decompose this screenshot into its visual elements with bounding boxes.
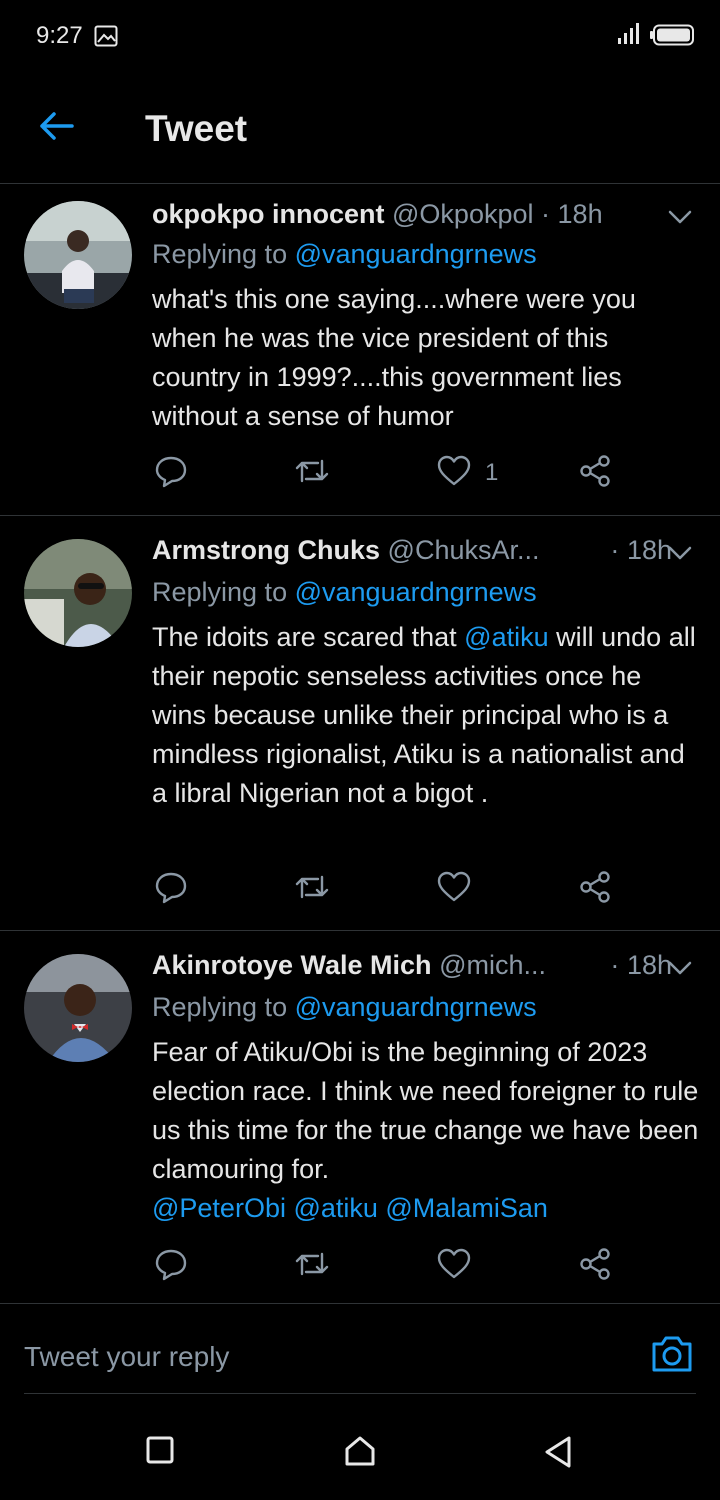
battery-icon bbox=[650, 24, 696, 51]
replying-to: Replying to @vanguardngrnews bbox=[152, 577, 537, 608]
author-handle[interactable]: @mich... bbox=[439, 950, 546, 980]
reply-composer bbox=[24, 1322, 696, 1394]
status-bar: 9:27 bbox=[0, 0, 720, 72]
like-count: 1 bbox=[485, 459, 499, 486]
reply-icon bbox=[154, 454, 188, 493]
like-button[interactable] bbox=[437, 869, 485, 909]
reply-button[interactable] bbox=[154, 1246, 188, 1286]
app-header: Tweet bbox=[0, 72, 720, 184]
replying-label: Replying to bbox=[152, 239, 288, 269]
chevron-down-icon[interactable] bbox=[666, 203, 694, 231]
system-nav-bar bbox=[0, 1410, 720, 1500]
replying-mention[interactable]: @vanguardngrnews bbox=[295, 992, 537, 1022]
tweet-actions bbox=[152, 869, 622, 909]
author-handle[interactable]: @ChuksAr... bbox=[388, 535, 540, 565]
tweet-header: Armstrong Chuks @ChuksAr... · 18h bbox=[152, 535, 672, 566]
reply-icon bbox=[154, 1247, 188, 1286]
retweet-button[interactable] bbox=[294, 869, 330, 909]
share-icon bbox=[578, 454, 612, 493]
tweet-time-wrap: · 18h bbox=[604, 535, 672, 566]
like-button[interactable]: 1 bbox=[437, 453, 498, 493]
heart-icon bbox=[437, 1248, 471, 1285]
triangle-back-icon bbox=[544, 1436, 572, 1472]
back-button[interactable] bbox=[28, 104, 84, 152]
home-button[interactable] bbox=[344, 1436, 376, 1471]
share-button[interactable] bbox=[578, 1246, 612, 1286]
replying-to: Replying to @vanguardngrnews bbox=[152, 239, 537, 270]
tweet-time: 18h bbox=[557, 199, 603, 229]
image-notification-icon bbox=[94, 25, 118, 52]
heart-icon bbox=[437, 455, 471, 492]
tweet-header: okpokpo innocent @Okpokpol · 18h bbox=[152, 199, 672, 230]
separator: · bbox=[610, 535, 620, 565]
share-icon bbox=[578, 870, 612, 909]
chevron-down-icon[interactable] bbox=[666, 954, 694, 982]
share-button[interactable] bbox=[578, 453, 612, 493]
camera-icon bbox=[650, 1336, 694, 1378]
tweet-actions: 1 bbox=[152, 453, 622, 493]
tweet-text: Fear of Atiku/Obi is the beginning of 20… bbox=[152, 1033, 702, 1228]
separator: · bbox=[610, 950, 620, 980]
recent-apps-button[interactable] bbox=[146, 1436, 174, 1469]
tweet-mentions[interactable]: @PeterObi @atiku @MalamiSan bbox=[152, 1193, 548, 1223]
replying-mention[interactable]: @vanguardngrnews bbox=[295, 577, 537, 607]
replying-label: Replying to bbox=[152, 577, 288, 607]
reply-button[interactable] bbox=[154, 453, 188, 493]
retweet-icon bbox=[294, 455, 330, 492]
retweet-button[interactable] bbox=[294, 1246, 330, 1286]
retweet-icon bbox=[294, 1248, 330, 1285]
tweet-time-wrap: · 18h bbox=[604, 950, 672, 981]
retweet-icon bbox=[294, 871, 330, 908]
reply-icon bbox=[154, 870, 188, 909]
author-handle[interactable]: @Okpokpol bbox=[392, 199, 533, 229]
tweet-actions bbox=[152, 1246, 622, 1286]
reply-button[interactable] bbox=[154, 869, 188, 909]
arrow-left-icon bbox=[38, 111, 74, 146]
square-icon bbox=[146, 1436, 174, 1468]
avatar[interactable] bbox=[24, 201, 132, 309]
author-name[interactable]: okpokpo innocent bbox=[152, 199, 385, 229]
status-time: 9:27 bbox=[36, 22, 83, 49]
home-icon bbox=[344, 1436, 376, 1470]
tweet-header: Akinrotoye Wale Mich @mich... · 18h bbox=[152, 950, 672, 981]
share-icon bbox=[578, 1247, 612, 1286]
camera-button[interactable] bbox=[650, 1332, 694, 1379]
page-title: Tweet bbox=[145, 108, 248, 149]
replying-label: Replying to bbox=[152, 992, 288, 1022]
tweet[interactable]: okpokpo innocent @Okpokpol · 18h Replyin… bbox=[0, 185, 720, 516]
like-button[interactable] bbox=[437, 1246, 485, 1286]
reply-input[interactable] bbox=[24, 1332, 584, 1382]
tweet-text-part: Fear of Atiku/Obi is the beginning of 20… bbox=[152, 1037, 699, 1184]
chevron-down-icon[interactable] bbox=[666, 539, 694, 567]
avatar[interactable] bbox=[24, 539, 132, 647]
signal-icon bbox=[616, 22, 642, 51]
tweet[interactable]: Akinrotoye Wale Mich @mich... · 18h Repl… bbox=[0, 932, 720, 1304]
author-name[interactable]: Akinrotoye Wale Mich bbox=[152, 950, 432, 980]
author-name[interactable]: Armstrong Chuks bbox=[152, 535, 380, 565]
back-nav-button[interactable] bbox=[544, 1436, 572, 1473]
tweet-mention[interactable]: @atiku bbox=[464, 622, 548, 652]
tweet-text: The idoits are scared that @atiku will u… bbox=[152, 618, 702, 813]
separator: · bbox=[541, 199, 551, 229]
tweet[interactable]: Armstrong Chuks @ChuksAr... · 18h Replyi… bbox=[0, 517, 720, 931]
heart-icon bbox=[437, 871, 471, 908]
retweet-button[interactable] bbox=[294, 453, 330, 493]
replying-mention[interactable]: @vanguardngrnews bbox=[295, 239, 537, 269]
tweet-text-part: The idoits are scared that bbox=[152, 622, 465, 652]
share-button[interactable] bbox=[578, 869, 612, 909]
avatar[interactable] bbox=[24, 954, 132, 1062]
tweet-text: what's this one saying....where were you… bbox=[152, 284, 636, 431]
replying-to: Replying to @vanguardngrnews bbox=[152, 992, 537, 1023]
